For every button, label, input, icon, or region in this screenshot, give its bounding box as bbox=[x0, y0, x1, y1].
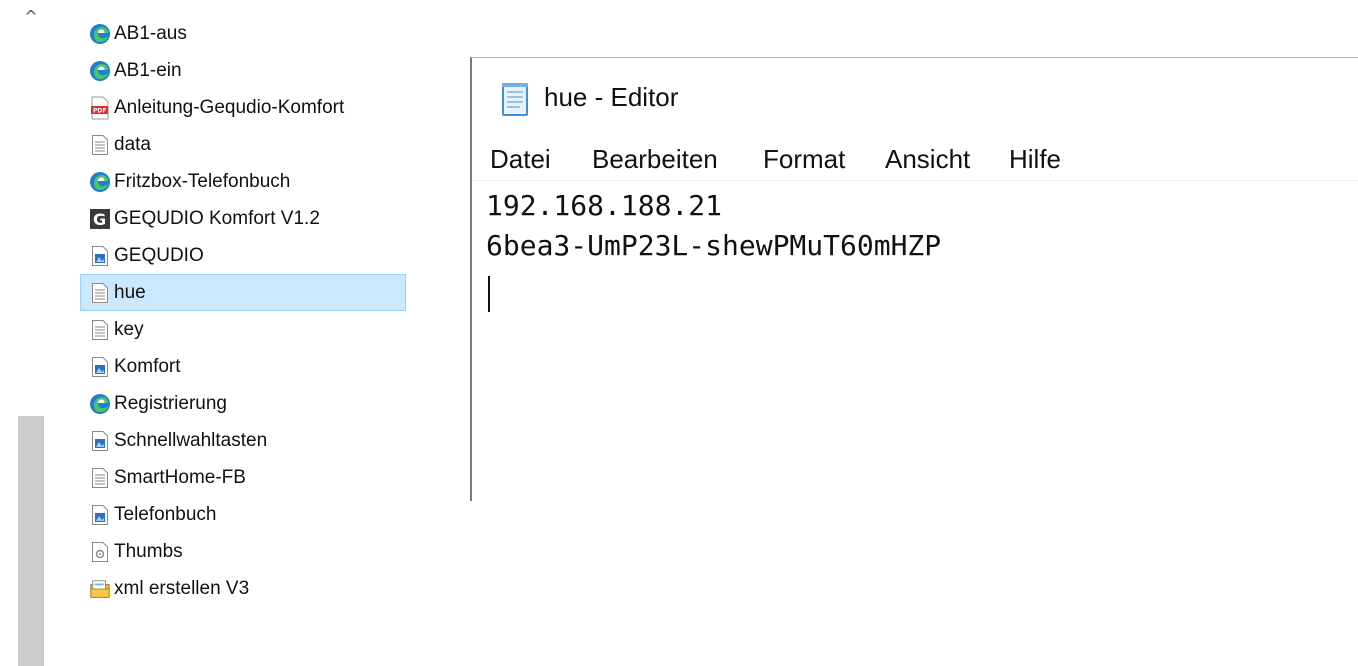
scroll-up-arrow[interactable]: ^ bbox=[18, 6, 44, 28]
file-item-hue[interactable]: hue bbox=[80, 274, 406, 311]
text-caret bbox=[488, 276, 490, 312]
notepad-window[interactable]: hue - Editor Datei Bearbeiten Format Ans… bbox=[470, 57, 1358, 501]
file-item-gequdio-komfort-v1-2[interactable]: G GEQUDIO Komfort V1.2 bbox=[80, 200, 406, 237]
edge-icon bbox=[89, 21, 111, 47]
file-name: AB1-ein bbox=[114, 59, 182, 81]
file-name: Komfort bbox=[114, 355, 181, 377]
batch-file-icon bbox=[89, 576, 111, 602]
notepad-icon bbox=[496, 80, 536, 120]
menu-format[interactable]: Format bbox=[763, 142, 845, 176]
file-item-fritzbox-telefonbuch[interactable]: Fritzbox-Telefonbuch bbox=[80, 163, 406, 200]
notepad-titlebar[interactable]: hue - Editor bbox=[472, 58, 1358, 138]
file-name: key bbox=[114, 318, 144, 340]
file-list: AB1-aus AB1-ein PDF Anleitung-Gequdio-Komfo… bbox=[80, 15, 410, 607]
svg-text:G: G bbox=[93, 210, 106, 229]
menu-datei[interactable]: Datei bbox=[490, 142, 551, 176]
pdf-icon: PDF bbox=[89, 95, 111, 121]
notepad-title: hue - Editor bbox=[544, 82, 679, 112]
text-file-icon bbox=[89, 465, 111, 491]
file-item-schnellwahltasten[interactable]: Schnellwahltasten bbox=[80, 422, 406, 459]
file-item-ab1-aus[interactable]: AB1-aus bbox=[80, 15, 406, 52]
edge-icon bbox=[89, 58, 111, 84]
edge-icon bbox=[89, 169, 111, 195]
notepad-menubar: Datei Bearbeiten Format Ansicht Hilfe bbox=[472, 138, 1358, 181]
file-item-gequdio[interactable]: GEQUDIO bbox=[80, 237, 406, 274]
gequdio-app-icon: G bbox=[89, 206, 111, 232]
file-name: AB1-aus bbox=[114, 22, 187, 44]
file-name: hue bbox=[114, 281, 146, 303]
file-name: Registrierung bbox=[114, 392, 227, 414]
text-file-icon bbox=[89, 317, 111, 343]
file-name: Thumbs bbox=[114, 540, 183, 562]
image-file-icon bbox=[89, 502, 111, 528]
file-name: xml erstellen V3 bbox=[114, 577, 250, 599]
system-file-icon bbox=[89, 539, 111, 565]
menu-hilfe[interactable]: Hilfe bbox=[1009, 142, 1061, 176]
edge-icon bbox=[89, 391, 111, 417]
file-item-anleitung-gequdio-komfort[interactable]: PDF Anleitung-Gequdio-Komfort bbox=[80, 89, 406, 126]
text-file-icon bbox=[89, 280, 111, 306]
desktop-screen: ^ AB1-aus AB1-ein PDF Anleitung-Gequdio-Kom… bbox=[0, 0, 1358, 666]
text-line-key: 6bea3-UmP23L-shewPMuT60mHZP bbox=[486, 229, 942, 262]
image-file-icon bbox=[89, 354, 111, 380]
file-item-ab1-ein[interactable]: AB1-ein bbox=[80, 52, 406, 89]
file-name: GEQUDIO Komfort V1.2 bbox=[114, 207, 320, 229]
file-name: Anleitung-Gequdio-Komfort bbox=[114, 96, 345, 118]
file-item-xml-erstellen-v3[interactable]: xml erstellen V3 bbox=[80, 570, 406, 607]
menu-ansicht[interactable]: Ansicht bbox=[885, 142, 970, 176]
text-line-ip: 192.168.188.21 bbox=[486, 189, 723, 222]
file-name: Telefonbuch bbox=[114, 503, 217, 525]
file-item-data[interactable]: data bbox=[80, 126, 406, 163]
image-file-icon bbox=[89, 428, 111, 454]
image-file-icon bbox=[89, 243, 111, 269]
file-item-smarthome-fb[interactable]: SmartHome-FB bbox=[80, 459, 406, 496]
file-name: data bbox=[114, 133, 151, 155]
file-name: SmartHome-FB bbox=[114, 466, 246, 488]
svg-text:PDF: PDF bbox=[93, 107, 106, 114]
file-item-key[interactable]: key bbox=[80, 311, 406, 348]
scrollbar-thumb[interactable] bbox=[18, 416, 44, 666]
vertical-scrollbar[interactable]: ^ bbox=[18, 0, 44, 666]
file-item-telefonbuch[interactable]: Telefonbuch bbox=[80, 496, 406, 533]
file-name: GEQUDIO bbox=[114, 244, 204, 266]
file-item-komfort[interactable]: Komfort bbox=[80, 348, 406, 385]
file-item-registrierung[interactable]: Registrierung bbox=[80, 385, 406, 422]
file-name: Schnellwahltasten bbox=[114, 429, 268, 451]
file-name: Fritzbox-Telefonbuch bbox=[114, 170, 291, 192]
file-item-thumbs[interactable]: Thumbs bbox=[80, 533, 406, 570]
menu-bearbeiten[interactable]: Bearbeiten bbox=[592, 142, 718, 176]
text-file-icon bbox=[89, 132, 111, 158]
